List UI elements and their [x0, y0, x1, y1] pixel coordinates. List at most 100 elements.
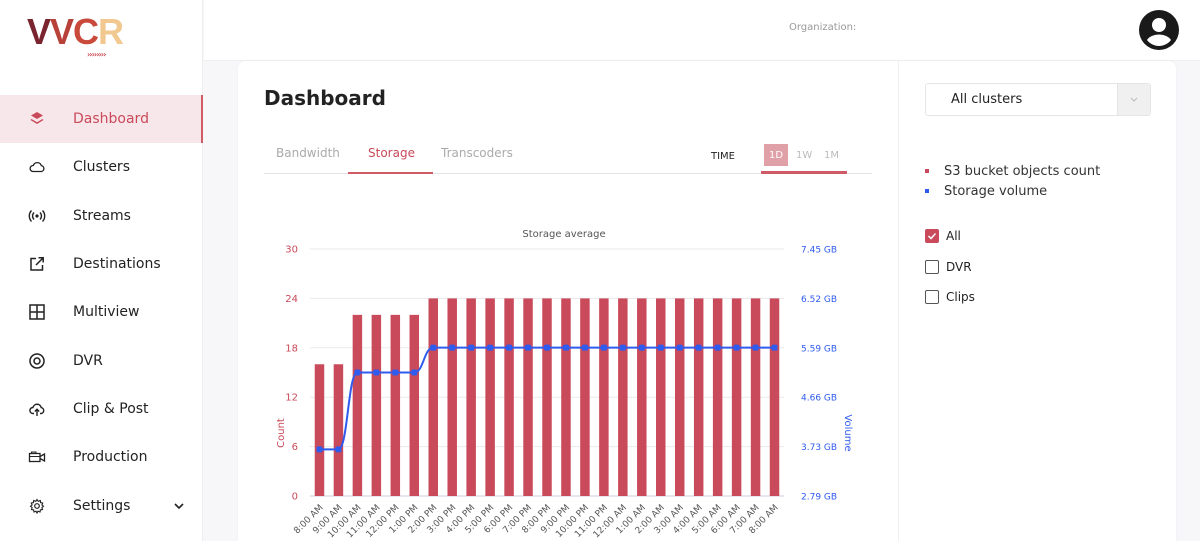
bar — [561, 298, 571, 496]
cluster-select-value: All clusters — [951, 92, 1023, 107]
cloud-icon — [28, 158, 46, 176]
bar — [333, 364, 344, 496]
page-title: Dashboard — [264, 86, 386, 110]
sidebar-item-dashboard[interactable]: Dashboard — [0, 95, 203, 144]
cluster-select[interactable]: All clusters — [925, 83, 1151, 116]
y2-tick-label: 7.45 GB — [801, 246, 837, 256]
line-point — [411, 369, 418, 376]
layers-icon — [28, 110, 46, 128]
sidebar-item-destinations[interactable]: Destinations — [0, 240, 203, 288]
line-point — [581, 344, 588, 351]
vvcr-logo[interactable]: VVCR ›››››››› — [27, 11, 124, 60]
checkbox-checked[interactable] — [925, 229, 939, 244]
sidebar-item-clip-post[interactable]: Clip & Post — [0, 385, 203, 433]
external-link-icon — [28, 255, 46, 273]
checkbox-unchecked[interactable] — [925, 290, 939, 305]
bar — [447, 298, 457, 496]
sidebar-item-streams[interactable]: Streams — [0, 192, 203, 240]
bar — [750, 298, 761, 496]
bar — [523, 298, 533, 496]
bar — [674, 298, 685, 496]
bar — [428, 298, 438, 496]
sidebar: VVCR ›››››››› Dashboard Clusters Streams — [0, 0, 203, 541]
sidebar-item-label: Clusters — [73, 159, 130, 176]
sidebar-item-label: Destinations — [73, 256, 161, 273]
bar — [656, 298, 666, 496]
organization-label: Organization: — [789, 22, 857, 33]
line-point — [544, 344, 550, 351]
legend-color-swatch — [925, 169, 929, 173]
tab-transcoders[interactable]: Transcoders — [429, 146, 525, 174]
bar — [731, 298, 742, 496]
y2-tick-label: 2.79 GB — [801, 493, 837, 503]
chevron-down-icon[interactable] — [173, 499, 185, 513]
gear-icon — [28, 497, 46, 515]
sidebar-item-label: Production — [73, 449, 148, 466]
y-tick-label: 18 — [285, 343, 298, 354]
time-range-selector: 1D 1W 1M — [761, 144, 847, 174]
sidebar-item-label: Streams — [73, 207, 131, 224]
filter-clips[interactable]: Clips — [925, 282, 975, 313]
filter-dvr[interactable]: DVR — [925, 252, 975, 283]
y2-axis-label: Volume — [842, 414, 853, 451]
cloud-upload-icon — [28, 400, 46, 418]
line-point — [430, 344, 437, 351]
tab-storage[interactable]: Storage — [348, 146, 433, 174]
tab-bandwidth[interactable]: Bandwidth — [264, 146, 352, 174]
y2-tick-label: 4.66 GB — [801, 394, 837, 404]
line-point — [525, 344, 532, 351]
time-option-1w[interactable]: 1W — [791, 144, 817, 166]
line-point — [676, 344, 683, 351]
filter-label: All — [946, 229, 961, 244]
grid-icon — [28, 303, 46, 321]
checkbox-unchecked[interactable] — [925, 259, 939, 274]
line-point — [733, 344, 740, 351]
logo-letter: R — [98, 11, 124, 52]
bar — [618, 298, 628, 496]
line-point — [714, 344, 721, 351]
dashboard-card: Dashboard Bandwidth Storage Transcoders … — [238, 61, 1176, 541]
sidebar-item-settings[interactable]: Settings — [0, 481, 203, 529]
top-header: Organization: — [204, 0, 1200, 61]
y-tick-label: 24 — [285, 294, 298, 305]
y2-tick-label: 6.52 GB — [801, 295, 837, 305]
line-point — [468, 344, 475, 351]
legend-color-swatch — [925, 189, 929, 193]
logo-letter: C — [73, 11, 99, 52]
line-point — [392, 369, 399, 376]
legend-label: S3 bucket objects count — [944, 163, 1101, 179]
time-option-1m[interactable]: 1M — [819, 144, 844, 166]
bar — [542, 298, 552, 496]
line-point — [771, 344, 778, 351]
filter-all[interactable]: All — [925, 221, 975, 252]
line-point — [449, 344, 456, 351]
logo-letter: V — [50, 11, 74, 52]
bar — [580, 298, 590, 496]
sidebar-item-label: Clip & Post — [73, 400, 149, 417]
bar — [390, 314, 401, 496]
sidebar-item-production[interactable]: Production — [0, 433, 203, 481]
sidebar-nav: Dashboard Clusters Streams Destinations … — [0, 95, 203, 530]
y-axis-label: Count — [276, 418, 287, 448]
line-point — [335, 446, 342, 453]
line-point — [638, 344, 645, 351]
bar — [693, 298, 704, 496]
sidebar-item-clusters[interactable]: Clusters — [0, 143, 203, 191]
bar — [599, 298, 609, 496]
user-avatar-icon[interactable] — [1138, 9, 1180, 51]
legend-item-count: S3 bucket objects count — [925, 161, 1100, 181]
chart-title: Storage average — [522, 229, 605, 240]
bar — [466, 298, 476, 496]
y2-tick-label: 3.73 GB — [801, 443, 837, 453]
bar — [637, 298, 647, 496]
sidebar-item-label: Settings — [73, 497, 131, 514]
y-tick-label: 12 — [285, 393, 298, 404]
sidebar-item-dvr[interactable]: DVR — [0, 336, 203, 384]
record-icon — [28, 352, 46, 370]
line-point — [487, 344, 494, 351]
sidebar-item-multiview[interactable]: Multiview — [0, 288, 203, 336]
chevron-down-icon[interactable] — [1117, 84, 1150, 115]
time-option-1d[interactable]: 1D — [764, 144, 789, 166]
sidebar-item-label: Dashboard — [73, 111, 149, 128]
bar — [409, 314, 420, 496]
